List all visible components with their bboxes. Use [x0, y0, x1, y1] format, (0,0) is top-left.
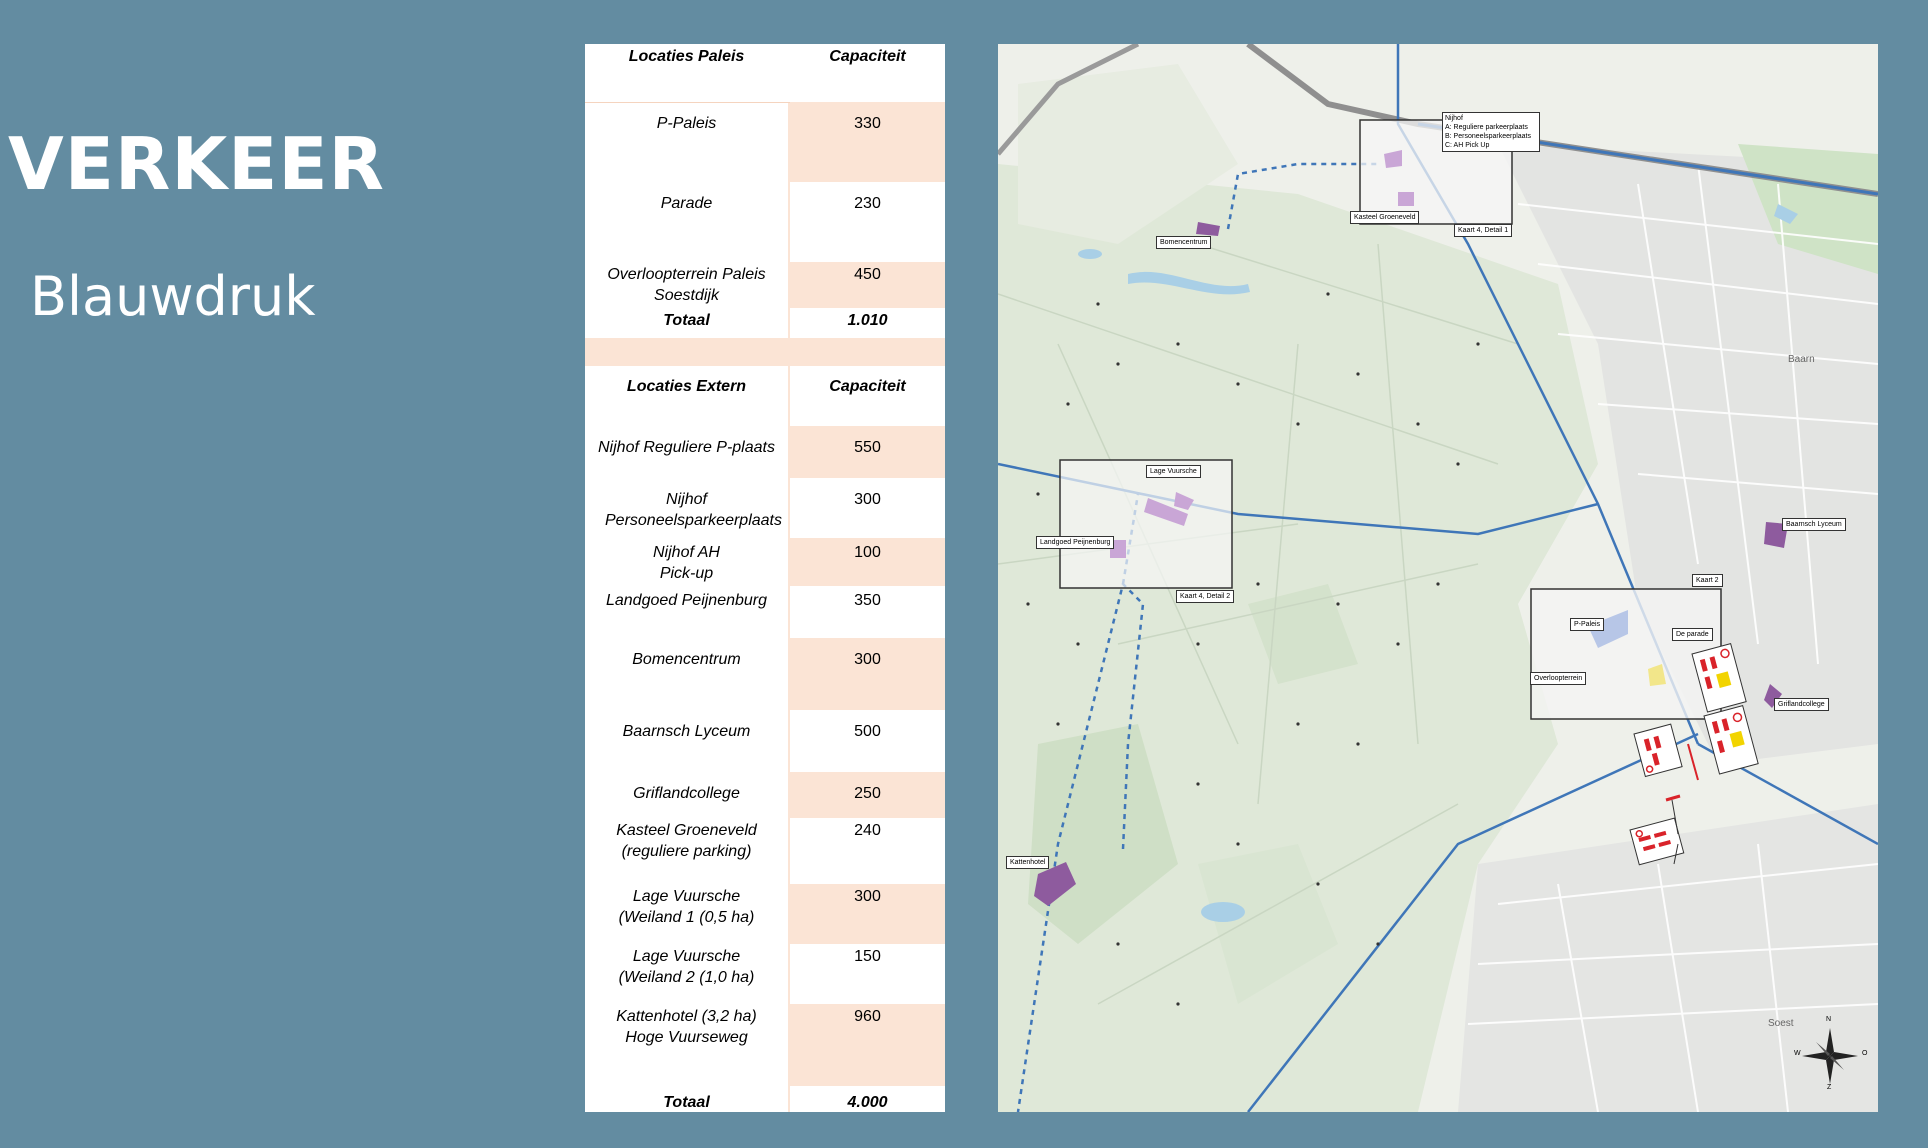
location-name: P-Paleis — [656, 115, 717, 132]
slide-title: VERKEER — [8, 122, 385, 206]
location-name: Baarnsch Lyceum — [622, 723, 751, 740]
slide-subtitle: Blauwdruk — [30, 265, 316, 328]
table-row: Nijhof Personeelsparkeerplaats 300 — [585, 478, 945, 538]
table-header-row-paleis: Locaties Paleis Capaciteit — [585, 44, 945, 102]
location-capacity: 100 — [790, 538, 945, 586]
location-name: Kattenhotel (3,2 ha) Hoge Vuurseweg — [616, 1008, 757, 1046]
location-capacity: 230 — [854, 195, 881, 212]
total-value: 1.010 — [790, 308, 945, 338]
table-row: Kasteel Groeneveld (reguliere parking) 2… — [585, 818, 945, 884]
location-capacity: 150 — [854, 948, 881, 965]
label-nijhof: Nijhof A: Reguliere parkeerplaats B: Per… — [1442, 112, 1540, 152]
label-p-paleis: P-Paleis — [1570, 618, 1605, 631]
label-kasteel-groeneveld: Kasteel Groeneveld — [1350, 211, 1420, 224]
location-capacity: 500 — [854, 723, 881, 740]
table-total-row-extern: Totaal 4.000 — [585, 1086, 945, 1112]
location-name: Kasteel Groeneveld (reguliere parking) — [616, 822, 757, 860]
location-name: Nijhof Personeelsparkeerplaats — [605, 491, 782, 529]
location-name: Parade — [660, 195, 713, 212]
label-griflandcollege: Griflandcollege — [1774, 698, 1829, 711]
table-row: Lage Vuursche (Weiland 1 (0,5 ha) 300 — [585, 884, 945, 944]
nijhof-title: Nijhof — [1445, 115, 1463, 122]
table-row: Kattenhotel (3,2 ha) Hoge Vuurseweg 960 — [585, 1004, 945, 1086]
location-capacity: 300 — [854, 491, 881, 508]
location-name: Griflandcollege — [633, 785, 740, 802]
location-capacity: 240 — [854, 822, 881, 839]
total-value: 4.000 — [790, 1086, 945, 1112]
header-capaciteit-extern: Capaciteit — [790, 366, 945, 426]
location-capacity: 300 — [790, 884, 945, 944]
nijhof-c: C: AH Pick Up — [1445, 142, 1490, 149]
nijhof-b: B: Personeelsparkeerplaats — [1445, 133, 1531, 140]
location-name: Overloopterrein Paleis Soestdijk — [607, 266, 766, 304]
nijhof-a: A: Reguliere parkeerplaats — [1445, 124, 1528, 131]
location-name: Nijhof AH Pick-up — [653, 544, 720, 582]
parking-map[interactable]: Nijhof A: Reguliere parkeerplaats B: Per… — [998, 44, 1878, 1112]
label-kaart4-detail2: Kaart 4, Detail 2 — [1176, 590, 1235, 603]
location-name: Bomencentrum — [632, 651, 741, 668]
compass-z: Z — [1827, 1084, 1832, 1091]
location-name: Lage Vuursche (Weiland 1 (0,5 ha) — [618, 888, 755, 926]
table-row: Overloopterrein Paleis Soestdijk 450 — [585, 262, 945, 308]
total-label: Totaal — [663, 312, 710, 329]
table-row: Nijhof Reguliere P-plaats 550 — [585, 426, 945, 478]
location-capacity: 450 — [790, 262, 945, 308]
label-lage-vuursche: Lage Vuursche — [1146, 465, 1201, 478]
table-row: Parade 230 — [585, 182, 945, 262]
location-name: Nijhof Reguliere P-plaats — [598, 439, 775, 456]
capacity-table: Locaties Paleis Capaciteit P-Paleis 330 … — [585, 44, 945, 1112]
label-baarnsch-lyceum: Baarnsch Lyceum — [1782, 518, 1846, 531]
location-capacity: 550 — [790, 426, 945, 478]
location-capacity: 250 — [790, 772, 945, 818]
table-row: P-Paleis 330 — [585, 102, 945, 182]
place-name-soest: Soest — [1768, 1018, 1794, 1029]
label-bomencentrum: Bomencentrum — [1156, 236, 1212, 249]
header-locaties-extern: Locaties Extern — [626, 378, 747, 395]
table-row: Lage Vuursche (Weiland 2 (1,0 ha) 150 — [585, 944, 945, 1004]
location-capacity: 350 — [854, 592, 881, 609]
header-capaciteit-paleis: Capaciteit — [790, 44, 945, 102]
label-landgoed-peijnenburg: Landgoed Peijnenburg — [1036, 536, 1115, 549]
label-kaart4-detail1: Kaart 4, Detail 1 — [1454, 224, 1513, 237]
map-canvas — [998, 44, 1878, 1112]
compass-w: W — [1794, 1050, 1801, 1057]
compass-o: O — [1862, 1050, 1868, 1057]
table-spacer-row — [585, 338, 945, 366]
table-row: Baarnsch Lyceum 500 — [585, 710, 945, 772]
label-kaart2: Kaart 2 — [1692, 574, 1723, 587]
location-name: Lage Vuursche (Weiland 2 (1,0 ha) — [618, 948, 755, 986]
label-overloopterrein: Overloopterrein — [1530, 672, 1587, 685]
table-row: Bomencentrum 300 — [585, 638, 945, 710]
label-kattenhotel: Kattenhotel — [1006, 856, 1050, 869]
total-label: Totaal — [663, 1094, 710, 1111]
detail-box-lage-vuursche — [1059, 459, 1233, 589]
header-locaties-paleis: Locaties Paleis — [628, 48, 745, 65]
location-capacity: 300 — [790, 638, 945, 710]
compass-n: N — [1826, 1016, 1832, 1023]
place-name-baarn: Baarn — [1788, 354, 1815, 365]
table-header-row-extern: Locaties Extern Capaciteit — [585, 366, 945, 426]
location-name: Landgoed Peijnenburg — [605, 592, 768, 609]
table-row: Nijhof AH Pick-up 100 — [585, 538, 945, 586]
label-de-parade: De parade — [1672, 628, 1713, 641]
table-total-row-paleis: Totaal 1.010 — [585, 308, 945, 338]
location-capacity: 960 — [790, 1004, 945, 1086]
table-row: Griflandcollege 250 — [585, 772, 945, 818]
location-capacity: 330 — [790, 102, 945, 182]
table-row: Landgoed Peijnenburg 350 — [585, 586, 945, 638]
